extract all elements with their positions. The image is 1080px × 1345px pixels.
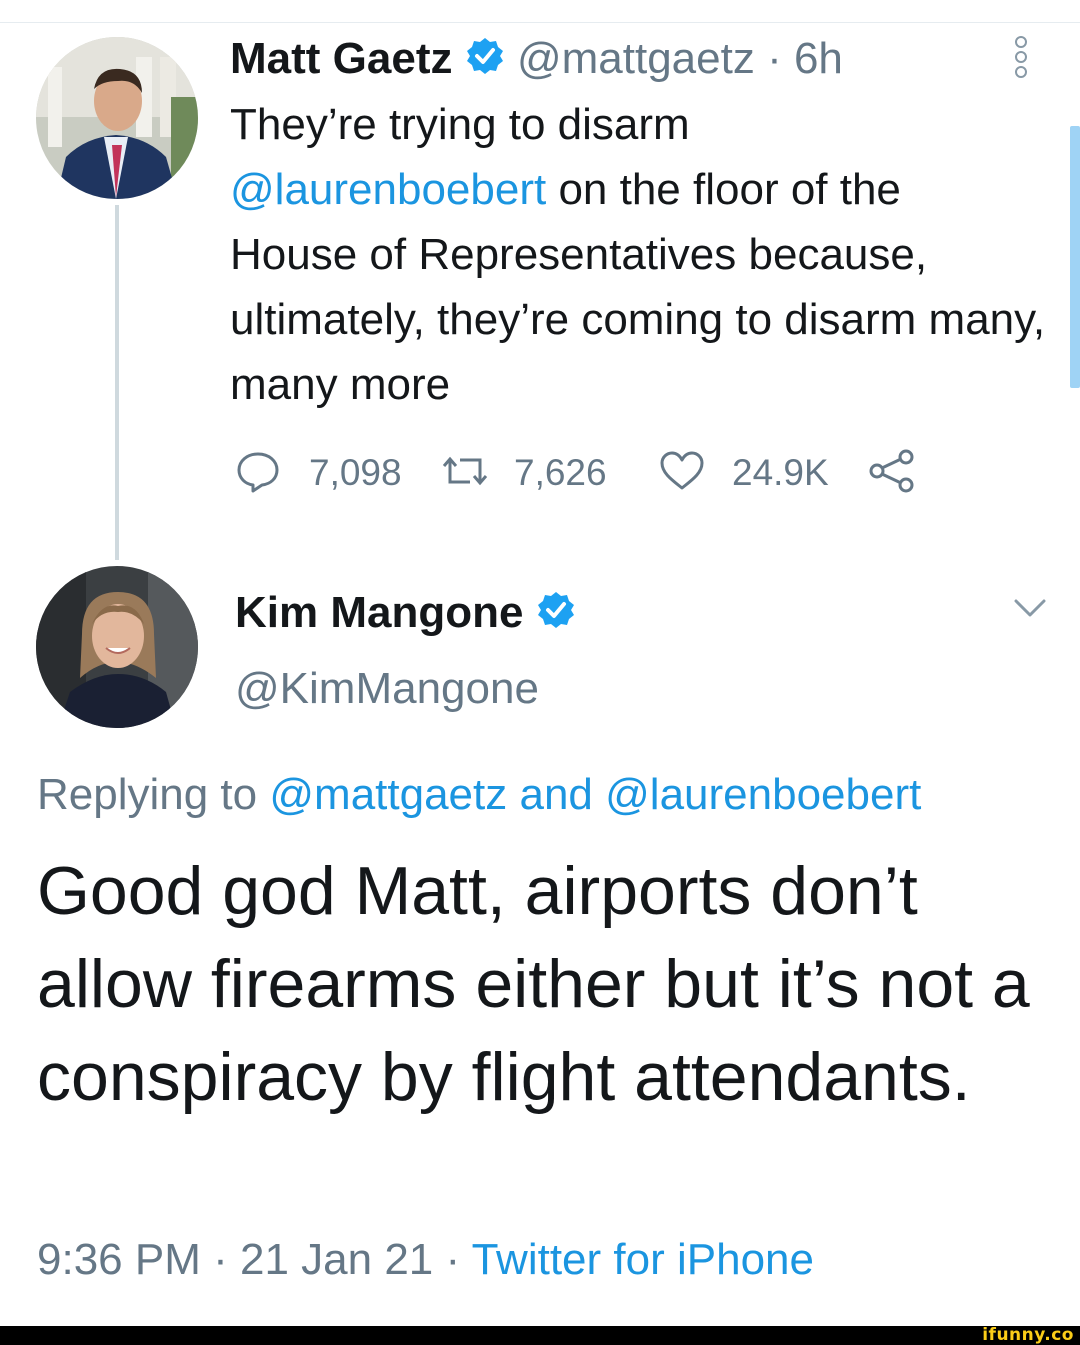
tweet1-separator: · bbox=[767, 34, 782, 83]
replying-prefix: Replying to bbox=[37, 770, 258, 819]
avatar-kim-mangone[interactable] bbox=[36, 566, 198, 728]
more-options-icon[interactable] bbox=[1010, 34, 1032, 85]
avatar-matt-gaetz[interactable] bbox=[36, 37, 198, 199]
share-button[interactable] bbox=[868, 448, 916, 498]
tweet2-meta: 9:36 PM · 21 Jan 21 · Twitter for iPhone bbox=[37, 1233, 814, 1287]
tweet1-text: They’re trying to disarm @laurenboebert … bbox=[230, 92, 1050, 417]
tweet2-display-name[interactable]: Kim Mangone bbox=[235, 588, 523, 637]
top-divider bbox=[0, 0, 1080, 23]
tweet2-text: Good god Matt, airports don’t allow fire… bbox=[37, 853, 1030, 1115]
reply-count: 7,098 bbox=[309, 452, 402, 493]
retweet-button[interactable]: 7,626 bbox=[440, 448, 607, 498]
verified-badge-icon bbox=[536, 589, 576, 643]
tweet1-handle[interactable]: @mattgaetz bbox=[517, 34, 755, 83]
meta-separator: · bbox=[213, 1235, 228, 1284]
tweet1-text-cont: on the floor of the bbox=[546, 165, 901, 214]
watermark-bar: ifunny.co bbox=[0, 1326, 1080, 1345]
tweet1-display-name[interactable]: Matt Gaetz bbox=[230, 34, 452, 83]
retweet-icon bbox=[440, 448, 490, 499]
retweet-count: 7,626 bbox=[514, 452, 607, 493]
tweet2-display-name-row: Kim Mangone bbox=[235, 586, 576, 643]
reply-button[interactable]: 7,098 bbox=[235, 448, 402, 498]
like-button[interactable]: 24.9K bbox=[658, 448, 829, 498]
tweet1-header: Matt Gaetz @mattgaetz · 6h bbox=[230, 32, 843, 89]
tweet2-time[interactable]: 9:36 PM bbox=[37, 1235, 201, 1284]
like-count: 24.9K bbox=[732, 452, 829, 493]
tweet1-time[interactable]: 6h bbox=[794, 34, 843, 83]
ifunny-watermark: ifunny.co bbox=[982, 1325, 1074, 1345]
mention-laurenboebert[interactable]: @laurenboebert bbox=[230, 165, 546, 214]
reply-icon bbox=[235, 448, 281, 499]
scrollbar-thumb[interactable] bbox=[1070, 126, 1080, 388]
thread-connector-line bbox=[115, 205, 119, 560]
tweet1-text-rest: House of Representatives because, ultima… bbox=[230, 230, 1046, 409]
replying-to-line: Replying to @mattgaetz and @laurenboeber… bbox=[37, 768, 921, 822]
meta-separator: · bbox=[445, 1235, 461, 1284]
like-icon bbox=[658, 448, 706, 499]
reply-mention-mattgaetz[interactable]: @mattgaetz bbox=[269, 770, 507, 819]
reply-mention-laurenboebert[interactable]: @laurenboebert bbox=[605, 770, 921, 819]
verified-badge-icon bbox=[465, 35, 505, 89]
reply-and: and bbox=[519, 770, 593, 819]
share-icon bbox=[868, 448, 916, 499]
tweet2-source[interactable]: Twitter for iPhone bbox=[472, 1235, 814, 1284]
tweet1-text-line1: They’re trying to disarm bbox=[230, 100, 690, 149]
tweet2-handle[interactable]: @KimMangone bbox=[235, 662, 539, 716]
chevron-down-icon[interactable] bbox=[1013, 596, 1047, 625]
tweet2-date[interactable]: 21 Jan 21 bbox=[240, 1235, 433, 1284]
